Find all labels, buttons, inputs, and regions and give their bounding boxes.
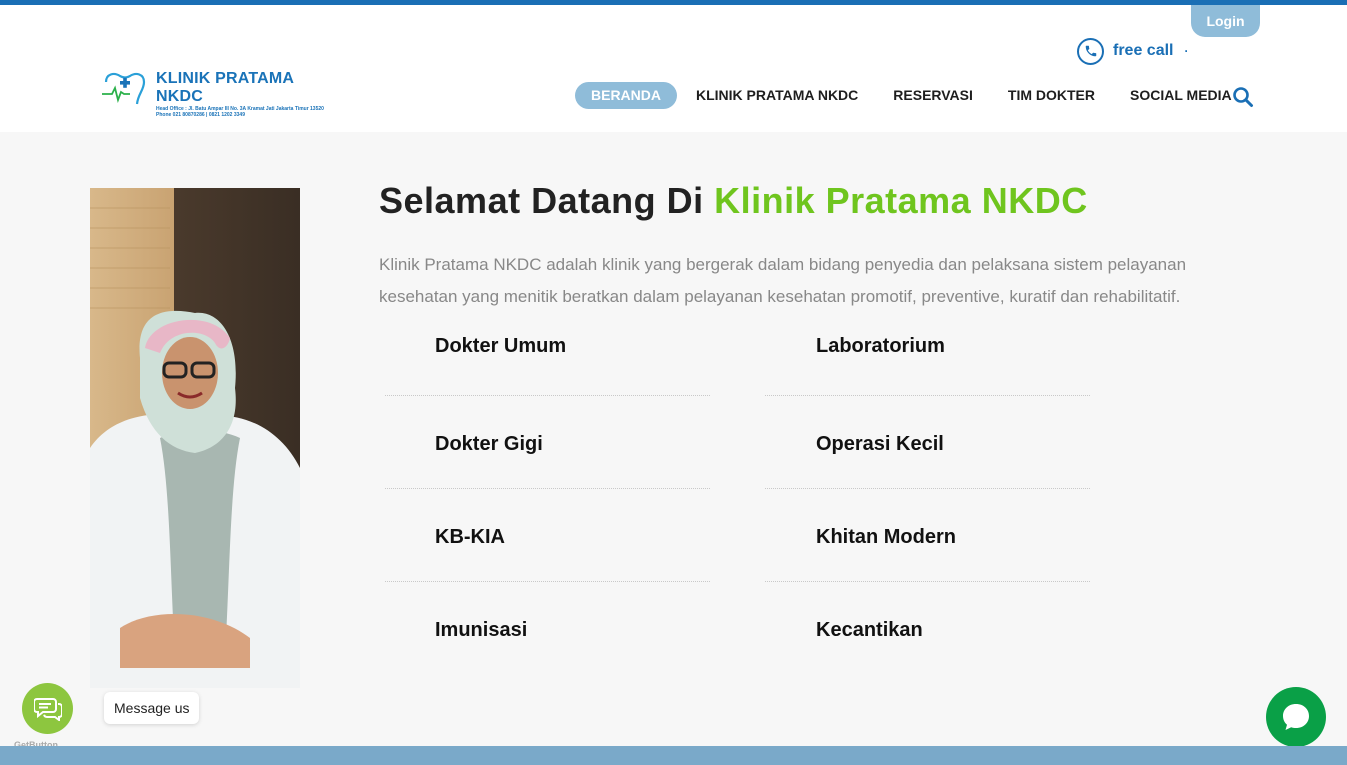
free-call-label: free call [1113, 42, 1174, 59]
free-call-link[interactable]: free call · [1077, 37, 1188, 65]
footer-band [0, 746, 1347, 765]
service-laboratorium[interactable]: Laboratorium [816, 335, 945, 358]
service-dokter-gigi[interactable]: Dokter Gigi [435, 433, 543, 456]
nav-item-social-media[interactable]: SOCIAL MEDIA [1114, 82, 1248, 109]
search-icon[interactable] [1232, 86, 1254, 108]
tooth-cross-logo-icon [100, 70, 148, 110]
service-kb-kia[interactable]: KB-KIA [435, 526, 505, 549]
nav-item-klinik[interactable]: KLINIK PRATAMA NKDC [680, 82, 874, 109]
nav-item-beranda[interactable]: BERANDA [575, 82, 677, 109]
logo-title: KLINIK PRATAMA NKDC [156, 70, 294, 105]
nav-item-tim-dokter[interactable]: TIM DOKTER [992, 82, 1111, 109]
login-button[interactable]: Login [1191, 5, 1260, 37]
title-highlight: Klinik Pratama NKDC [714, 180, 1088, 221]
intro-paragraph: Klinik Pratama NKDC adalah klinik yang b… [379, 255, 1187, 306]
phone-icon [1077, 37, 1104, 65]
title-prefix: Selamat Datang Di [379, 180, 715, 221]
divider [385, 488, 710, 489]
service-kecantikan[interactable]: Kecantikan [816, 619, 923, 642]
message-us-label[interactable]: Message us [104, 692, 200, 724]
service-khitan-modern[interactable]: Khitan Modern [816, 526, 956, 549]
main-nav: BERANDA KLINIK PRATAMA NKDC RESERVASI TI… [575, 82, 1248, 109]
message-us-button[interactable] [22, 683, 73, 734]
divider [765, 395, 1090, 396]
logo-phone: Phone 021 80870286 | 0821 1202 3349 [156, 112, 245, 118]
nav-item-reservasi[interactable]: RESERVASI [877, 82, 989, 109]
service-operasi-kecil[interactable]: Operasi Kecil [816, 433, 944, 456]
divider [385, 581, 710, 582]
divider [765, 488, 1090, 489]
page-title: Selamat Datang Di Klinik Pratama NKDC [379, 180, 1088, 222]
chat-bubbles-icon [33, 697, 62, 721]
service-imunisasi[interactable]: Imunisasi [435, 619, 527, 642]
chat-icon [1283, 704, 1309, 730]
site-logo[interactable]: KLINIK PRATAMA NKDC Head Office : Jl. Ba… [100, 70, 335, 118]
divider [765, 581, 1090, 582]
doctor-photo [90, 188, 300, 688]
divider [385, 395, 710, 396]
free-call-dot: · [1184, 44, 1189, 58]
service-dokter-umum[interactable]: Dokter Umum [435, 335, 566, 358]
live-chat-button[interactable] [1266, 687, 1326, 747]
